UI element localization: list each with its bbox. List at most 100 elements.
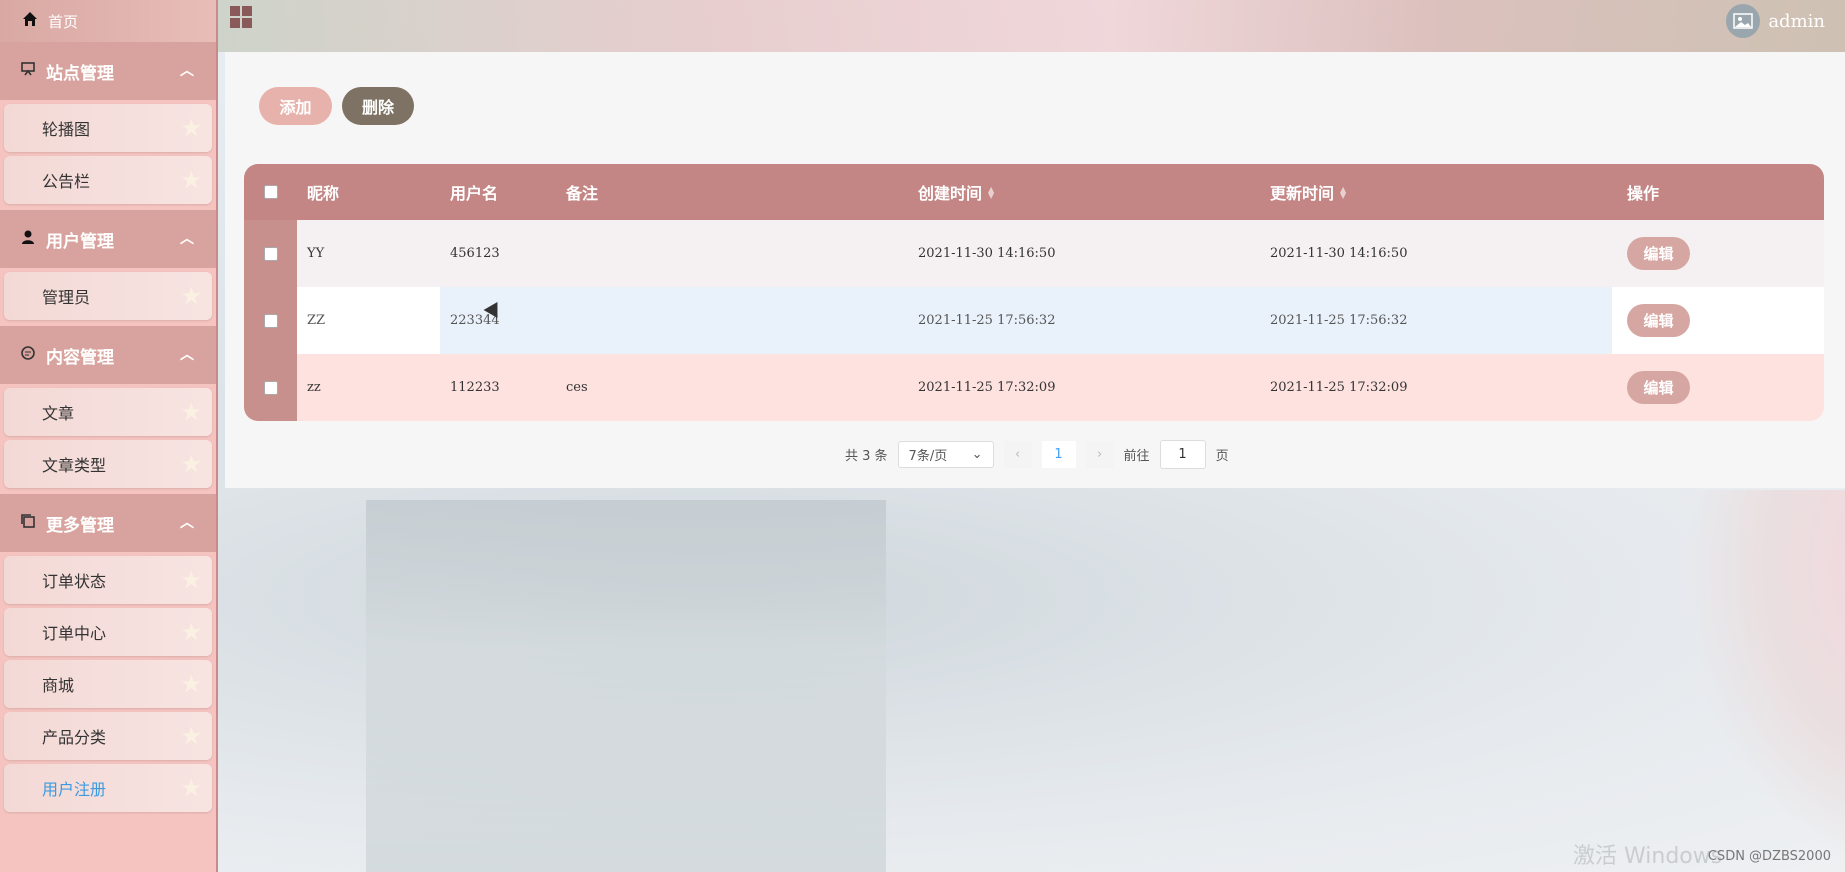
table-header: 昵称 用户名 备注 创建时间 ▲ ▼ 更新时间 ▲ ▼ 操作 xyxy=(244,164,1824,220)
main-panel: 添加 删除 昵称 用户名 备注 创建时间 ▲ ▼ 更新时间 ▲ ▼ 操作 YY 4561… xyxy=(225,52,1845,488)
sidebar-group-label: 内容管理 xyxy=(46,347,114,368)
row-checkbox[interactable] xyxy=(244,220,297,287)
sidebar-item-label: 文章 xyxy=(42,404,75,423)
sidebar-item-label: 商城 xyxy=(42,676,75,695)
cell-updated: 2021-11-25 17:56:32 xyxy=(1270,313,1408,328)
sidebar-item-admin[interactable]: 管理员 ★ xyxy=(4,272,212,320)
delete-button[interactable]: 删除 xyxy=(342,87,414,125)
add-button[interactable]: 添加 xyxy=(259,87,332,125)
star-icon: ★ xyxy=(180,774,202,802)
menu-grid-icon[interactable] xyxy=(230,6,252,28)
star-icon: ★ xyxy=(180,166,202,194)
column-header-note: 备注 xyxy=(566,184,599,203)
pagination: 共 3 条 7条/页 ⌄ ‹ 1 › 前往 1 页 xyxy=(845,440,1229,469)
row-checkbox[interactable] xyxy=(244,354,297,421)
sidebar-group-user[interactable]: 用户管理 ︿ xyxy=(0,210,216,268)
star-icon: ★ xyxy=(180,398,202,426)
home-icon xyxy=(22,11,38,31)
cell-note: ces xyxy=(566,380,588,395)
table-row: ZZ 223344 2021-11-25 17:56:32 2021-11-25… xyxy=(244,287,1824,354)
cell-ops: 编辑 xyxy=(1612,220,1824,287)
next-page-button[interactable]: › xyxy=(1085,441,1114,468)
sidebar-group-label: 更多管理 xyxy=(46,515,114,536)
cell-ops: 编辑 xyxy=(1612,287,1824,354)
sidebar-item-notice[interactable]: 公告栏 ★ xyxy=(4,156,212,204)
column-header-created[interactable]: 创建时间 ▲ ▼ xyxy=(908,164,1260,220)
user-icon xyxy=(20,229,36,250)
sidebar-item-label: 管理员 xyxy=(42,288,91,307)
cell-note xyxy=(556,220,908,287)
edit-button[interactable]: 编辑 xyxy=(1627,304,1690,337)
pagination-total: 共 3 条 xyxy=(845,449,888,464)
column-header-label: 创建时间 xyxy=(918,184,983,203)
cell-nickname: ZZ xyxy=(297,287,440,354)
prev-page-button[interactable]: ‹ xyxy=(1003,441,1032,468)
select-all-checkbox[interactable] xyxy=(244,164,297,220)
sidebar-item-order-center[interactable]: 订单中心 ★ xyxy=(4,608,212,656)
sidebar-group-more[interactable]: 更多管理 ︿ xyxy=(0,494,216,552)
star-icon: ★ xyxy=(180,114,202,142)
sidebar-item-label: 用户注册 xyxy=(42,780,107,799)
sidebar-item-label: 产品分类 xyxy=(42,728,107,747)
topbar: admin xyxy=(216,0,1845,46)
sidebar-item-article-type[interactable]: 文章类型 ★ xyxy=(4,440,212,488)
windows-activation-watermark: 激活 Windows xyxy=(1573,844,1723,869)
sidebar-item-user-register[interactable]: 用户注册 ★ xyxy=(4,764,212,812)
cell-nickname: zz xyxy=(307,380,321,395)
chevron-right-icon: › xyxy=(1096,447,1103,462)
sidebar-item-label: 公告栏 xyxy=(42,172,91,191)
star-icon: ★ xyxy=(180,618,202,646)
sidebar-item-order-status[interactable]: 订单状态 ★ xyxy=(4,556,212,604)
sidebar-group-site[interactable]: 站点管理 ︿ xyxy=(0,42,216,100)
chevron-left-icon: ‹ xyxy=(1014,447,1021,462)
copy-icon xyxy=(20,513,36,534)
sidebar-group-label: 用户管理 xyxy=(46,231,114,252)
cell-username: 456123 xyxy=(450,246,500,261)
cell-updated: 2021-11-30 14:16:50 xyxy=(1270,246,1408,261)
sidebar-item-article[interactable]: 文章 ★ xyxy=(4,388,212,436)
sidebar-item-shop[interactable]: 商城 ★ xyxy=(4,660,212,708)
cell-nickname: YY xyxy=(307,246,325,261)
goto-page-input[interactable]: 1 xyxy=(1159,440,1206,469)
sidebar-item-product-category[interactable]: 产品分类 ★ xyxy=(4,712,212,760)
column-header-updated[interactable]: 更新时间 ▲ ▼ xyxy=(1260,164,1612,220)
page-size-select[interactable]: 7条/页 ⌄ xyxy=(897,441,994,468)
page-suffix: 页 xyxy=(1215,449,1229,464)
column-header-ops: 操作 xyxy=(1627,184,1660,203)
image-icon xyxy=(1733,13,1754,29)
sidebar-home[interactable]: 首页 xyxy=(0,0,216,42)
chat-icon xyxy=(20,345,36,366)
edit-button[interactable]: 编辑 xyxy=(1627,237,1690,270)
sidebar-group-content[interactable]: 内容管理 ︿ xyxy=(0,326,216,384)
row-checkbox[interactable] xyxy=(244,287,297,354)
chevron-up-icon: ︿ xyxy=(180,347,194,363)
table-row: YY 456123 2021-11-30 14:16:50 2021-11-30… xyxy=(244,220,1824,287)
sidebar-item-carousel[interactable]: 轮播图 ★ xyxy=(4,104,212,152)
column-header-username: 用户名 xyxy=(450,184,499,203)
edit-button[interactable]: 编辑 xyxy=(1627,371,1690,404)
sort-icon[interactable]: ▲ ▼ xyxy=(988,185,994,199)
sidebar-group-label: 站点管理 xyxy=(46,63,114,84)
sidebar-item-label: 文章类型 xyxy=(42,456,107,475)
star-icon: ★ xyxy=(180,722,202,750)
table-row: zz 112233 ces 2021-11-25 17:32:09 2021-1… xyxy=(244,354,1824,421)
pavilion-image xyxy=(366,500,886,872)
avatar xyxy=(1726,4,1761,38)
chevron-down-icon: ⌄ xyxy=(971,447,983,462)
cell-updated: 2021-11-25 17:32:09 xyxy=(1270,380,1408,395)
cell-username: 223344 xyxy=(450,313,500,328)
cell-note xyxy=(556,287,908,354)
chevron-up-icon: ︿ xyxy=(180,63,194,79)
chevron-up-icon: ︿ xyxy=(180,231,194,247)
sidebar-item-label: 轮播图 xyxy=(42,120,91,139)
star-icon: ★ xyxy=(180,566,202,594)
column-header-label: 更新时间 xyxy=(1270,184,1335,203)
username: admin xyxy=(1768,10,1825,32)
user-menu[interactable]: admin xyxy=(1726,4,1825,38)
sort-icon[interactable]: ▲ ▼ xyxy=(1340,185,1346,199)
page-number-button[interactable]: 1 xyxy=(1041,441,1076,468)
cell-username: 112233 xyxy=(450,380,500,395)
star-icon: ★ xyxy=(180,282,202,310)
sidebar: 首页 站点管理 ︿ 轮播图 ★ 公告栏 ★ 用户管理 ︿ 管理员 ★ 内容管理 ︿ 文… xyxy=(0,0,218,872)
sidebar-item-label: 订单状态 xyxy=(42,572,107,591)
